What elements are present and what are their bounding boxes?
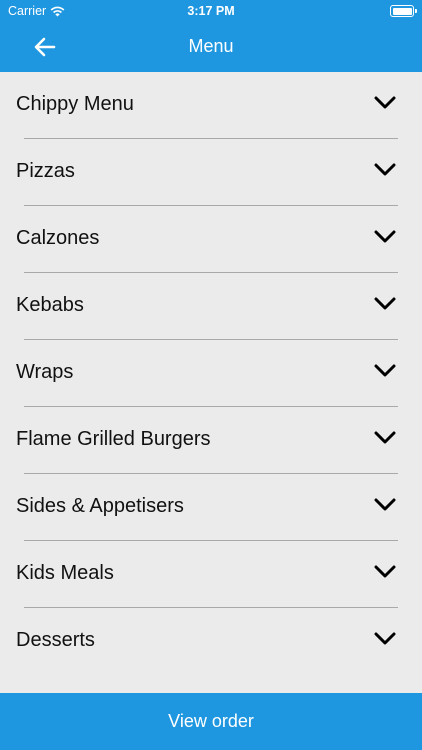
status-time: 3:17 PM	[187, 4, 235, 18]
menu-category-item[interactable]: Flame Grilled Burgers	[0, 407, 422, 474]
menu-category-label: Sides & Appetisers	[16, 495, 184, 517]
menu-category-label: Desserts	[16, 629, 95, 651]
menu-category-label: Chippy Menu	[16, 93, 134, 115]
chevron-down-icon	[374, 431, 396, 444]
menu-category-item[interactable]: Kebabs	[0, 273, 422, 340]
chevron-down-icon	[374, 565, 396, 578]
menu-category-item[interactable]: Sides & Appetisers	[0, 474, 422, 541]
chevron-down-icon	[374, 96, 396, 109]
battery-icon	[390, 5, 417, 17]
menu-category-item[interactable]: Kids Meals	[0, 541, 422, 608]
menu-category-label: Pizzas	[16, 160, 75, 182]
menu-category-item[interactable]: Calzones	[0, 206, 422, 273]
chevron-down-icon	[374, 163, 396, 176]
top-bar: Carrier 3:17 PM Menu	[0, 0, 422, 72]
chevron-down-icon	[374, 297, 396, 310]
chevron-down-icon	[374, 364, 396, 377]
chevron-down-icon	[374, 498, 396, 511]
menu-category-item[interactable]: Wraps	[0, 340, 422, 407]
menu-category-label: Calzones	[16, 227, 100, 249]
menu-category-item[interactable]: Chippy Menu	[0, 72, 422, 139]
menu-category-item[interactable]: Desserts	[0, 608, 422, 675]
menu-category-label: Kebabs	[16, 294, 84, 316]
menu-category-label: Kids Meals	[16, 562, 114, 584]
menu-category-item[interactable]: Pizzas	[0, 139, 422, 206]
chevron-down-icon	[374, 632, 396, 645]
status-bar: Carrier 3:17 PM	[0, 0, 422, 22]
menu-category-label: Flame Grilled Burgers	[16, 428, 211, 450]
page-title: Menu	[188, 36, 234, 56]
view-order-button[interactable]: View order	[0, 693, 422, 750]
chevron-down-icon	[374, 230, 396, 243]
menu-category-label: Wraps	[16, 361, 74, 383]
menu-category-list: Chippy Menu Pizzas Calzones Kebabs Wraps Flam…	[0, 72, 422, 675]
